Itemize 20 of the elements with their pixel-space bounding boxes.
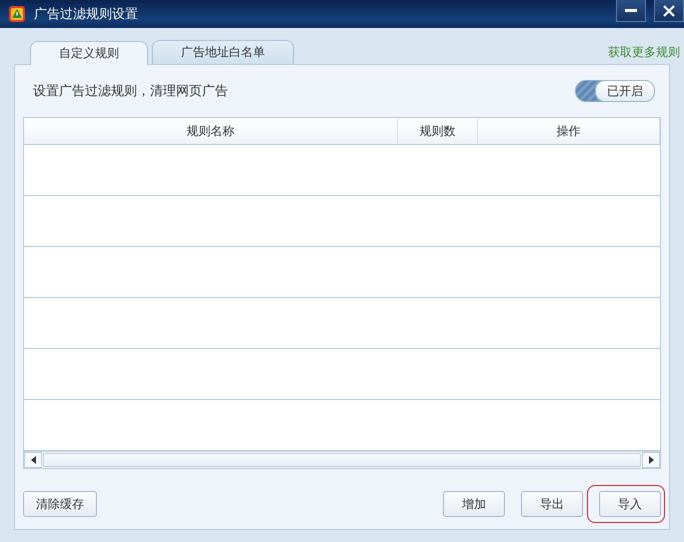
app-icon (8, 5, 26, 23)
close-button[interactable] (654, 0, 684, 22)
description: 设置广告过滤规则，清理网页广告 (33, 83, 228, 100)
action-button[interactable]: 增加 (443, 491, 505, 517)
tab[interactable]: 自定义规则 (30, 41, 148, 65)
minimize-button[interactable] (616, 0, 646, 22)
horizontal-scrollbar[interactable] (24, 451, 660, 468)
minimize-icon (625, 8, 637, 12)
column-header[interactable]: 规则数 (398, 118, 478, 144)
toggle-switch[interactable]: 已开启 (575, 80, 655, 102)
scroll-right-icon[interactable] (642, 452, 660, 468)
clear-cache-button[interactable]: 清除缓存 (23, 491, 97, 517)
action-button[interactable]: 导出 (521, 491, 583, 517)
close-icon (663, 4, 675, 16)
action-button[interactable]: 导入 (599, 491, 661, 517)
column-header[interactable]: 操作 (478, 118, 660, 144)
tab[interactable]: 广告地址白名单 (152, 40, 294, 64)
window-title: 广告过滤规则设置 (34, 6, 139, 23)
scroll-left-icon[interactable] (24, 452, 42, 468)
column-header[interactable]: 规则名称 (24, 118, 398, 144)
